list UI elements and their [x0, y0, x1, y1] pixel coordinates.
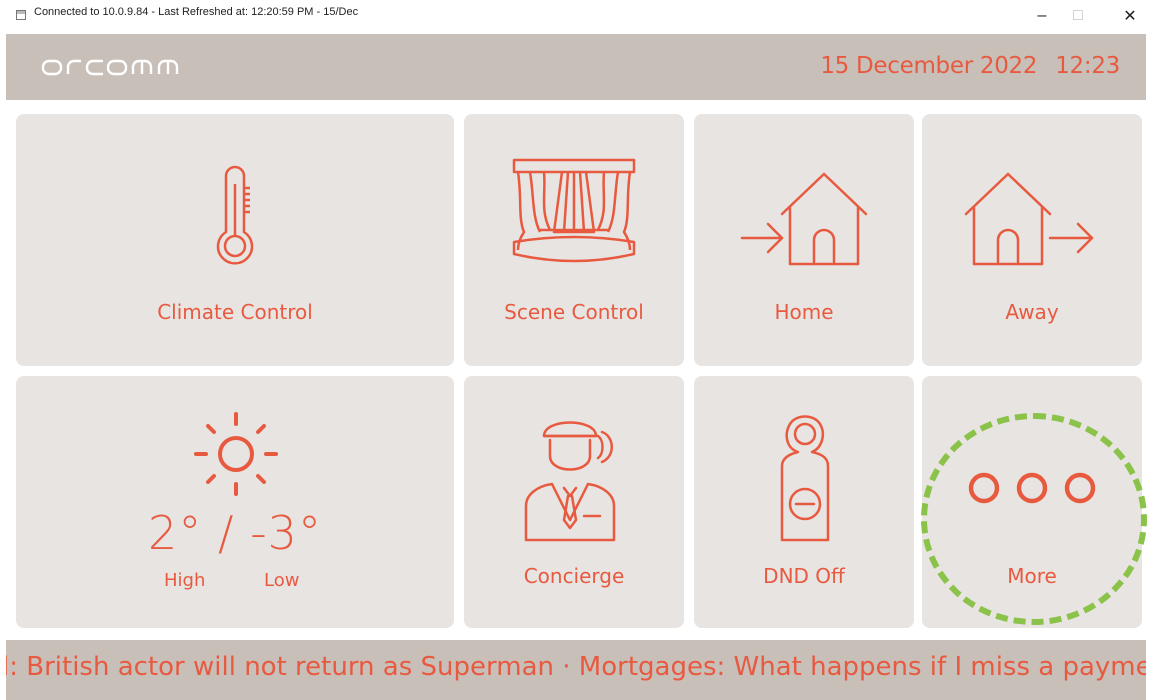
window-title: Connected to 10.0.9.84 - Last Refreshed … — [34, 6, 359, 18]
app-icon — [16, 10, 26, 20]
header-datetime: 15 December 2022 12:23 — [820, 53, 1120, 79]
climate-control-tile[interactable]: Climate Control — [16, 114, 454, 366]
maximize-button[interactable]: □ — [1058, 2, 1098, 30]
more-label: More — [1007, 564, 1057, 588]
weather-low-value: -3° — [250, 506, 322, 560]
scene-control-label: Scene Control — [504, 300, 644, 324]
weather-tile[interactable]: 2° / -3° High Low — [16, 376, 454, 628]
weather-low-label: Low — [264, 570, 300, 591]
thermometer-icon — [216, 165, 254, 265]
home-tile[interactable]: Home — [694, 114, 914, 366]
dnd-off-tile[interactable]: DND Off — [694, 376, 914, 628]
orcomm-logo — [41, 59, 179, 76]
door-hanger-icon — [780, 415, 830, 542]
home-label: Home — [774, 300, 834, 324]
curtain-stage-icon — [512, 158, 636, 263]
concierge-label: Concierge — [523, 564, 625, 588]
weather-high-label: High — [164, 570, 206, 591]
away-tile[interactable]: Away — [922, 114, 1142, 366]
home-enter-icon — [740, 172, 868, 266]
sun-icon — [194, 412, 278, 496]
concierge-icon — [524, 421, 616, 542]
header-time: 12:23 — [1055, 53, 1120, 79]
window-title-bar: Connected to 10.0.9.84 - Last Refreshed … — [0, 0, 1152, 34]
news-ticker: l: British actor will not return as Supe… — [6, 640, 1146, 700]
away-label: Away — [1005, 300, 1059, 324]
weather-temperature: 2° / -3° — [16, 506, 454, 560]
minimize-button[interactable]: – — [1022, 2, 1062, 30]
dnd-off-label: DND Off — [763, 564, 845, 588]
weather-separator: / — [217, 506, 235, 560]
scene-control-tile[interactable]: Scene Control — [464, 114, 684, 366]
tile-grid: Climate Control Scene Control Home Away … — [6, 100, 1146, 640]
close-button[interactable]: ✕ — [1110, 2, 1150, 30]
more-tile[interactable]: More — [922, 376, 1142, 628]
ticker-text: l: British actor will not return as Supe… — [6, 652, 1146, 682]
concierge-tile[interactable]: Concierge — [464, 376, 684, 628]
app-header: 15 December 2022 12:23 — [6, 34, 1146, 100]
more-dots-icon — [968, 472, 1096, 504]
weather-high-value: 2° — [148, 506, 203, 560]
climate-control-label: Climate Control — [157, 300, 313, 324]
header-date: 15 December 2022 — [820, 53, 1038, 79]
home-leave-icon — [964, 172, 1094, 266]
